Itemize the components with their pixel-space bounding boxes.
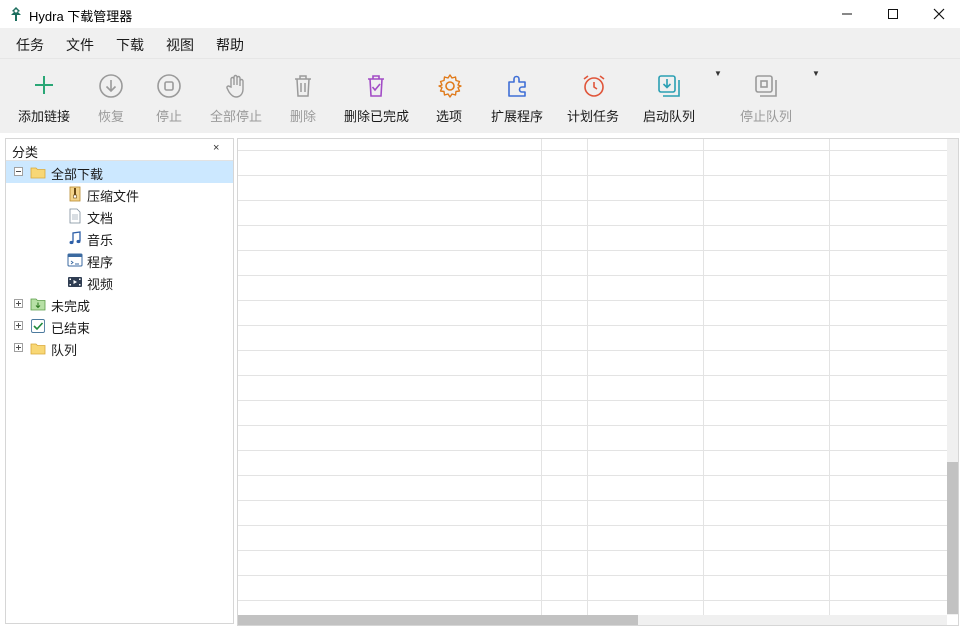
delete-completed-label: 删除已完成: [344, 109, 410, 124]
tree-label: 全部下载: [51, 167, 104, 182]
close-icon: [933, 8, 945, 20]
menu-task[interactable]: 任务: [16, 35, 44, 55]
tree-item-unfinished[interactable]: 未完成: [6, 293, 233, 315]
check-icon: [31, 319, 45, 333]
tree-item-queues[interactable]: 队列: [6, 337, 233, 359]
stop-icon: [157, 74, 181, 98]
delete-completed-button[interactable]: 删除已完成: [342, 59, 412, 131]
menu-help[interactable]: 帮助: [216, 35, 244, 55]
stop-all-label: 全部停止: [210, 109, 263, 124]
tree-item-archives[interactable]: 压缩文件: [6, 183, 233, 205]
app-logo-icon: [11, 7, 21, 21]
plus-icon: [35, 76, 53, 94]
options-label: 选项: [436, 109, 463, 124]
expand-toggle-icon[interactable]: [14, 343, 23, 352]
start-queue-dropdown-icon[interactable]: ▼: [714, 69, 722, 78]
horizontal-scrollbar-thumb[interactable]: [238, 615, 638, 625]
menu-download[interactable]: 下载: [116, 35, 144, 55]
minimize-icon: [842, 13, 852, 15]
resume-label: 恢复: [98, 109, 125, 124]
menu-view[interactable]: 视图: [166, 35, 194, 55]
window-title: Hydra 下载管理器: [29, 9, 133, 24]
hand-stop-icon: [226, 74, 244, 98]
program-icon: [67, 253, 83, 267]
download-folder-icon: [30, 298, 46, 311]
options-button[interactable]: 选项: [434, 59, 466, 131]
sidebar-header: 分类 ×: [6, 139, 233, 161]
expand-toggle-icon[interactable]: [14, 299, 23, 308]
start-queue-label: 启动队列: [643, 109, 696, 124]
close-button[interactable]: [916, 0, 960, 28]
archive-icon: [69, 186, 81, 202]
menu-file[interactable]: 文件: [66, 35, 94, 55]
stop-button[interactable]: 停止: [154, 59, 186, 131]
add-link-label: 添加链接: [18, 109, 71, 124]
collapse-toggle-icon[interactable]: [14, 167, 23, 176]
tree-label: 程序: [87, 255, 114, 270]
stop-queue-button[interactable]: 停止队列: [738, 59, 796, 131]
alarm-clock-icon: [583, 75, 605, 97]
start-queue-button[interactable]: 启动队列: [641, 59, 699, 131]
minimize-button[interactable]: [824, 0, 870, 28]
add-link-button[interactable]: 添加链接: [16, 59, 74, 131]
download-list-grid[interactable]: [237, 138, 959, 626]
tree-item-videos[interactable]: 视频: [6, 271, 233, 293]
grid-lines: [238, 139, 947, 615]
stop-all-button[interactable]: 全部停止: [208, 59, 266, 131]
maximize-button[interactable]: [870, 0, 916, 28]
category-sidebar: 分类 × 全部下载 压缩文件 文档 音乐 程序 视频 未完成 已结束 队列: [5, 138, 234, 624]
trash-completed-icon: [368, 75, 384, 97]
vertical-scrollbar-thumb[interactable]: [947, 462, 958, 614]
delete-button[interactable]: 删除: [288, 59, 318, 131]
extensions-button[interactable]: 扩展程序: [489, 59, 547, 131]
resume-download-icon: [99, 74, 123, 98]
folder-open-icon: [30, 167, 46, 179]
video-icon: [68, 277, 82, 287]
scheduler-button[interactable]: 计划任务: [565, 59, 623, 131]
menu-bar: 任务 文件 下载 视图 帮助: [0, 28, 960, 58]
expand-toggle-icon[interactable]: [14, 321, 23, 330]
tree-label: 视频: [87, 277, 114, 292]
delete-label: 删除: [290, 109, 317, 124]
scheduler-label: 计划任务: [567, 109, 620, 124]
tree-item-music[interactable]: 音乐: [6, 227, 233, 249]
resume-button[interactable]: 恢复: [96, 59, 128, 131]
tree-label: 音乐: [87, 233, 114, 248]
music-icon: [69, 231, 81, 245]
stop-queue-dropdown-icon[interactable]: ▼: [812, 69, 820, 78]
puzzle-icon: [508, 75, 526, 97]
stop-label: 停止: [156, 109, 183, 124]
gear-icon: [438, 74, 462, 98]
tree-item-documents[interactable]: 文档: [6, 205, 233, 227]
title-bar: Hydra 下载管理器: [0, 0, 960, 28]
sidebar-title: 分类: [12, 145, 39, 160]
document-icon: [69, 208, 81, 224]
tree-item-all-downloads[interactable]: 全部下载: [6, 161, 233, 183]
tree-label: 队列: [51, 343, 78, 358]
tree-item-finished[interactable]: 已结束: [6, 315, 233, 337]
sidebar-close-icon[interactable]: ×: [213, 142, 219, 154]
toolbar: 添加链接 恢复 停止 全部停止 删除 删除已完成 选项 扩展程序 计划任务 启动…: [0, 58, 960, 133]
tree-label: 未完成: [51, 299, 91, 314]
queue-folder-icon: [30, 343, 46, 355]
extensions-label: 扩展程序: [491, 109, 544, 124]
tree-label: 压缩文件: [87, 189, 140, 204]
queue-start-icon: [658, 75, 680, 97]
tree-label: 文档: [87, 211, 114, 226]
maximize-icon: [888, 9, 898, 19]
tree-label: 已结束: [51, 321, 91, 336]
trash-icon: [295, 75, 311, 97]
queue-stop-icon: [755, 75, 777, 97]
tree-item-programs[interactable]: 程序: [6, 249, 233, 271]
stop-queue-label: 停止队列: [740, 109, 793, 124]
